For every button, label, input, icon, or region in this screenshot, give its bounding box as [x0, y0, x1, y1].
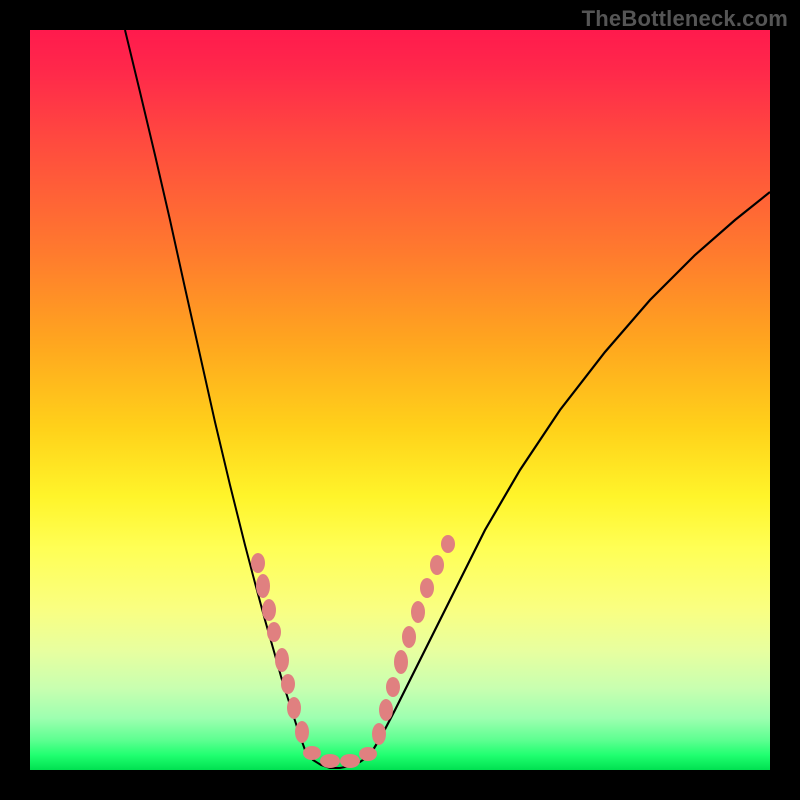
bead-left-7 [295, 721, 309, 743]
brand-watermark: TheBottleneck.com [582, 6, 788, 32]
bead-bottom-1 [320, 754, 340, 768]
bead-left-2 [262, 599, 276, 621]
bead-right-8 [441, 535, 455, 553]
bead-left-5 [281, 674, 295, 694]
bead-left-0 [251, 553, 265, 573]
bead-left-4 [275, 648, 289, 672]
bead-right-5 [411, 601, 425, 623]
bead-right-7 [430, 555, 444, 575]
bead-right-4 [402, 626, 416, 648]
plot-area [30, 30, 770, 770]
curve-left-branch [125, 30, 305, 750]
bead-right-3 [394, 650, 408, 674]
bead-right-1 [379, 699, 393, 721]
bead-bottom-0 [303, 746, 321, 760]
curve-right-branch [370, 192, 770, 755]
bead-right-6 [420, 578, 434, 598]
bead-left-6 [287, 697, 301, 719]
chart-frame: TheBottleneck.com [0, 0, 800, 800]
bead-right-2 [386, 677, 400, 697]
curve-layer [30, 30, 770, 770]
bead-left-3 [267, 622, 281, 642]
bead-bottom-2 [340, 754, 360, 768]
bead-left-1 [256, 574, 270, 598]
bead-right-0 [372, 723, 386, 745]
bead-bottom-3 [359, 747, 377, 761]
